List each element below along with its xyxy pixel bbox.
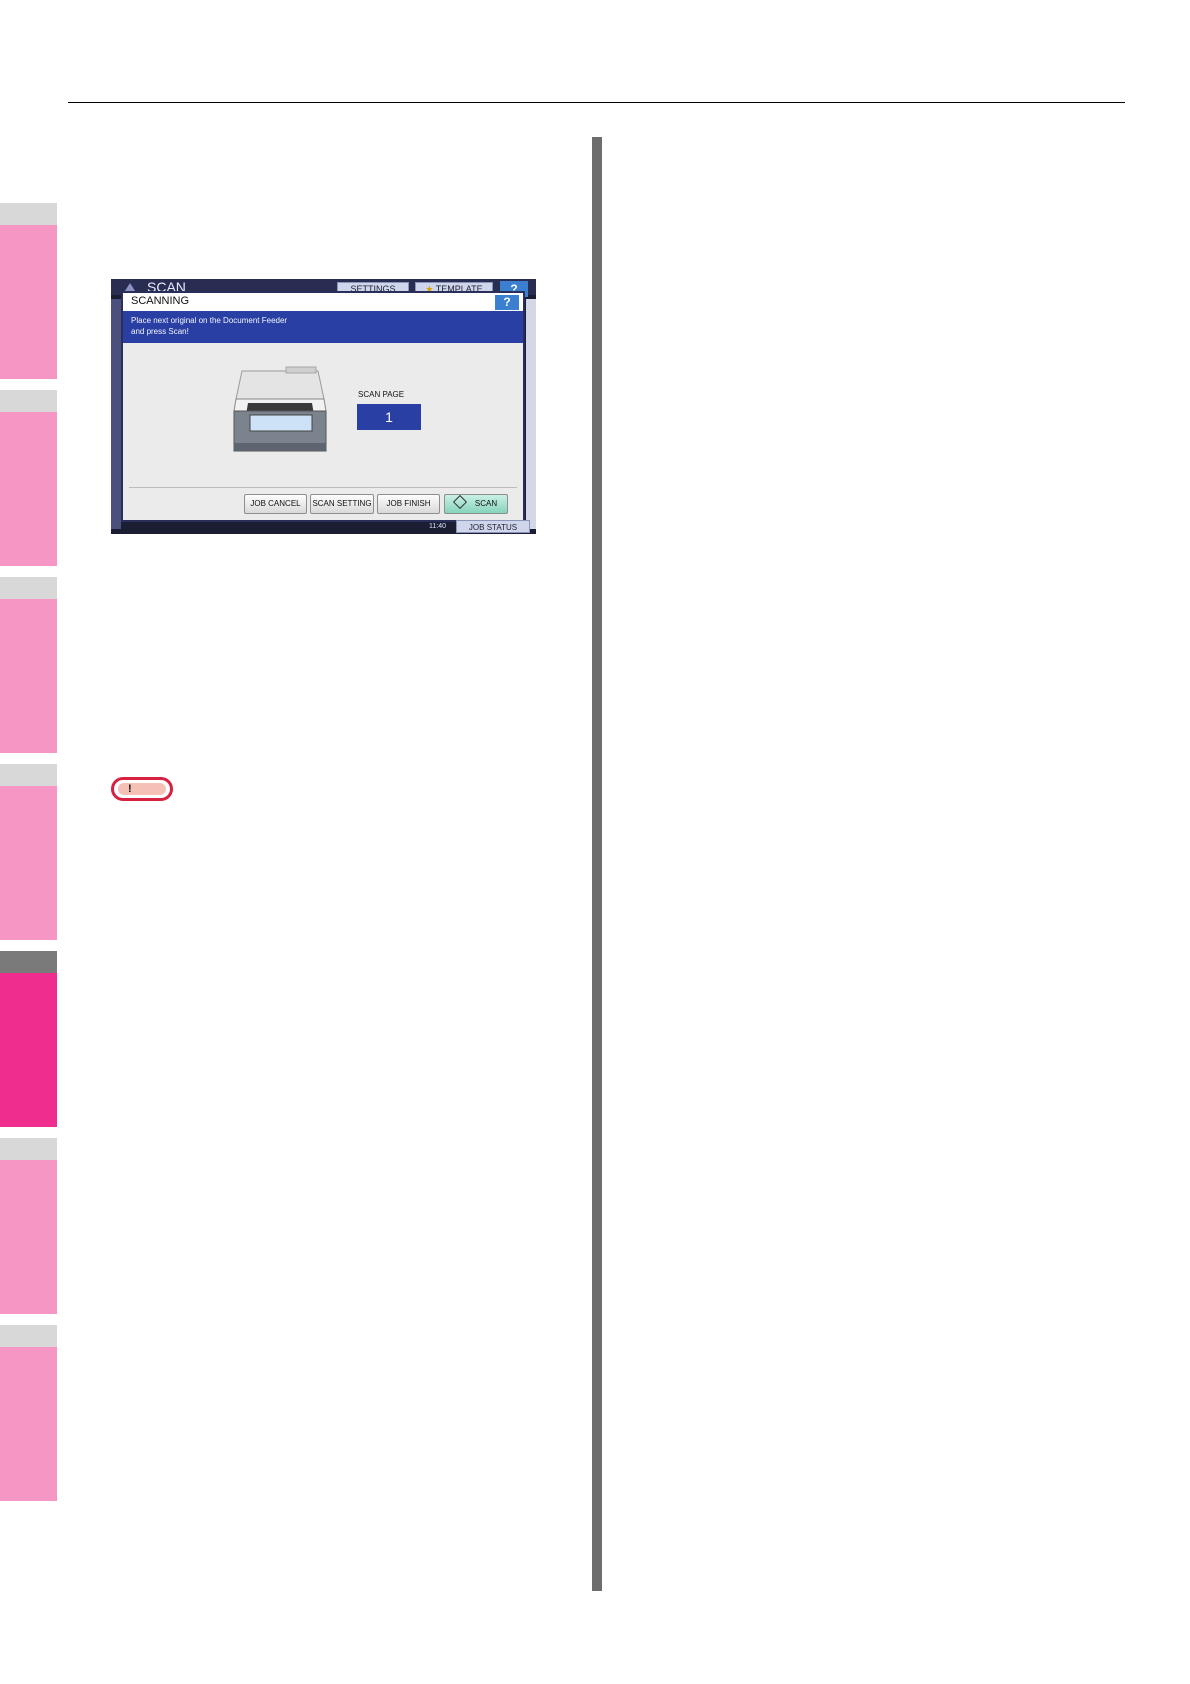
scan-start-icon (452, 494, 467, 510)
dialog-title: SCANNING (131, 295, 190, 307)
job-status-button[interactable]: JOB STATUS (456, 520, 530, 533)
chapter-tab-5-active[interactable] (0, 951, 57, 1127)
job-cancel-button[interactable]: JOB CANCEL (244, 494, 307, 514)
message-line-1: Place next original on the Document Feed… (131, 316, 288, 325)
message-line-2: and press Scan! (131, 327, 189, 336)
scanner-illustration (233, 366, 327, 452)
clock: 11:40 (429, 523, 446, 530)
dialog-separator (129, 487, 517, 488)
header-rule (68, 102, 1125, 103)
scan-button[interactable]: SCAN (444, 494, 508, 514)
scan-button-label: SCAN (474, 499, 498, 508)
chapter-tab-2[interactable] (0, 390, 57, 566)
panel-bg-left (111, 299, 121, 529)
chapter-tab-3[interactable] (0, 577, 57, 753)
dialog-title-bar: SCANNING ? (123, 293, 523, 311)
column-divider (592, 137, 602, 1591)
caution-mark: ! (128, 783, 132, 795)
scan-page-label: SCAN PAGE (358, 390, 405, 399)
chapter-tab-6[interactable] (0, 1138, 57, 1314)
chapter-tab-4[interactable] (0, 764, 57, 940)
dialog-message: Place next original on the Document Feed… (123, 311, 523, 343)
scan-setting-button[interactable]: SCAN SETTING (310, 494, 374, 514)
job-finish-button[interactable]: JOB FINISH (377, 494, 440, 514)
chapter-tab-1[interactable] (0, 203, 57, 379)
scan-page-counter: 1 (357, 404, 421, 430)
dialog-body: SCAN PAGE 1 JOB CANCEL SCAN SETTING JOB … (123, 343, 523, 520)
caution-icon: ! (111, 777, 173, 801)
panel-bg-right (526, 299, 536, 529)
scanning-dialog: SCANNING ? Place next original on the Do… (121, 291, 525, 522)
dialog-help-button[interactable]: ? (495, 295, 519, 310)
scan-screen-screenshot: SCAN SETTINGS ★ TEMPLATE ? SCANNING ? Pl… (111, 279, 536, 534)
chapter-tab-7[interactable] (0, 1325, 57, 1501)
